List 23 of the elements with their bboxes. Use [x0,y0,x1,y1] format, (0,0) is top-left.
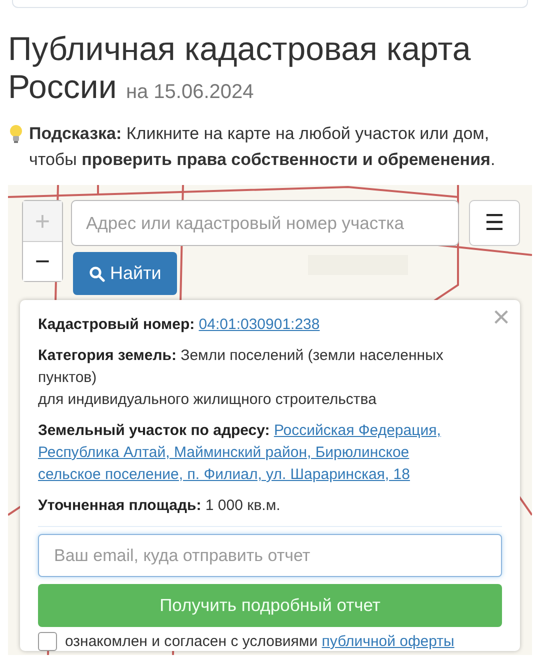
search-icon [89,266,105,282]
search-field[interactable]: Адрес или кадастровый номер участка [71,200,459,246]
page-title: Публичная кадастровая карта России на 15.06.2024 [8,30,472,107]
address-link[interactable]: сельское поселение, п. Филиал, ул. Шараринская, 18 [38,466,410,483]
info-field: Уточненная площадь: 1 000 кв.м. [38,495,468,517]
close-button[interactable]: × [492,304,510,332]
offer-link[interactable]: публичной оферты [322,633,454,650]
info-field: Земельный участок по адресу: Российская Федерация, Республика Алтай, Майминский район, Бирюлинское сельское поселение, п. Филиал, ул. Шараринская, 18 [38,420,468,486]
zoom-out-button[interactable]: − [23,241,62,281]
address-link[interactable]: Российская Федерация, [274,422,441,439]
lightbulb-icon [8,124,24,144]
info-field: Кадастровый номер: 04:01:030901:238 [38,314,468,336]
cadastral-number-link[interactable]: 04:01:030901:238 [198,316,320,333]
menu-button[interactable]: ☰ [469,200,520,246]
date-label: на 15.06.2024 [126,81,254,103]
info-field: Категория земель: Земли поселений (земли населенных пунктов) для индивидуального жилищного строительства [38,345,468,411]
email-field[interactable]: Ваш email, куда отправить отчет [38,534,502,577]
checkbox[interactable] [38,632,57,651]
consent-text: ознакомлен и согласен с условиями публичной оферты [65,633,454,650]
find-button[interactable]: Найти [73,252,178,295]
address-link[interactable]: Республика Алтай, Майминский район, Бирюлинское [38,444,410,461]
report-button[interactable]: Получить подробный отчет [38,584,502,627]
hint-text: Подсказка: Кликните на карте на любой участок или дом, чтобы проверить права собственности и обременения. [29,123,496,171]
